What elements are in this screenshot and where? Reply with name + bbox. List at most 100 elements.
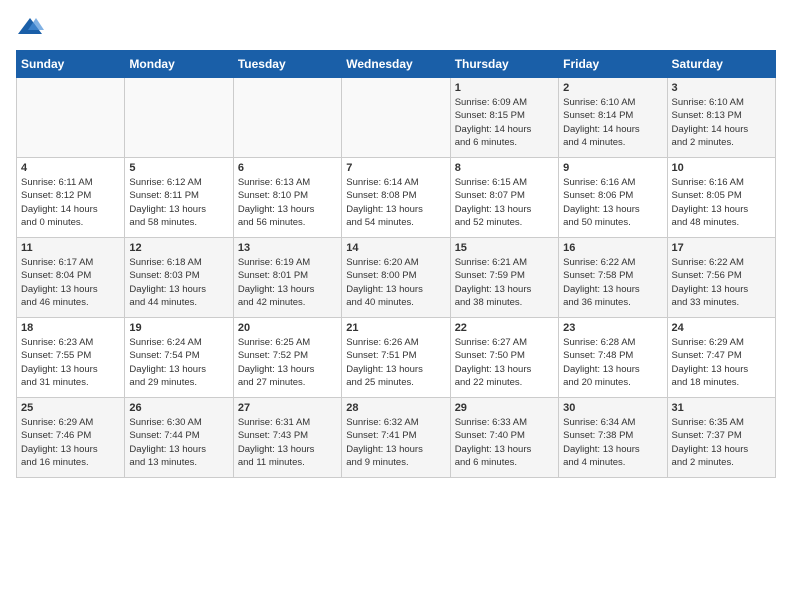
day-info: Sunrise: 6:10 AM Sunset: 8:14 PM Dayligh… — [563, 96, 662, 149]
calendar-cell — [233, 78, 341, 158]
day-number: 19 — [129, 322, 228, 334]
day-info: Sunrise: 6:35 AM Sunset: 7:37 PM Dayligh… — [672, 416, 771, 469]
calendar-week-row: 4 Sunrise: 6:11 AM Sunset: 8:12 PM Daylig… — [17, 158, 776, 238]
calendar-cell: 24 Sunrise: 6:29 AM Sunset: 7:47 PM Dayli… — [667, 318, 775, 398]
day-number: 12 — [129, 242, 228, 254]
calendar-cell: 8 Sunrise: 6:15 AM Sunset: 8:07 PM Daylig… — [450, 158, 558, 238]
calendar-cell: 20 Sunrise: 6:25 AM Sunset: 7:52 PM Dayli… — [233, 318, 341, 398]
calendar-cell: 7 Sunrise: 6:14 AM Sunset: 8:08 PM Daylig… — [342, 158, 450, 238]
calendar-cell: 22 Sunrise: 6:27 AM Sunset: 7:50 PM Dayli… — [450, 318, 558, 398]
logo — [16, 16, 48, 38]
day-number: 10 — [672, 162, 771, 174]
day-number: 15 — [455, 242, 554, 254]
day-number: 17 — [672, 242, 771, 254]
day-info: Sunrise: 6:22 AM Sunset: 7:58 PM Dayligh… — [563, 256, 662, 309]
day-number: 22 — [455, 322, 554, 334]
day-info: Sunrise: 6:26 AM Sunset: 7:51 PM Dayligh… — [346, 336, 445, 389]
day-number: 9 — [563, 162, 662, 174]
day-number: 4 — [21, 162, 120, 174]
calendar-cell: 17 Sunrise: 6:22 AM Sunset: 7:56 PM Dayli… — [667, 238, 775, 318]
calendar-cell: 27Sunrise: 6:31 AM Sunset: 7:43 PM Dayli… — [233, 398, 341, 478]
calendar-cell: 26 Sunrise: 6:30 AM Sunset: 7:44 PM Dayli… — [125, 398, 233, 478]
day-info: Sunrise: 6:29 AM Sunset: 7:46 PM Dayligh… — [21, 416, 120, 469]
calendar-cell: 18Sunrise: 6:23 AM Sunset: 7:55 PM Dayli… — [17, 318, 125, 398]
calendar-cell: 2 Sunrise: 6:10 AM Sunset: 8:14 PM Daylig… — [559, 78, 667, 158]
day-number: 20 — [238, 322, 337, 334]
day-info: Sunrise: 6:25 AM Sunset: 7:52 PM Dayligh… — [238, 336, 337, 389]
calendar-header-row: SundayMondayTuesdayWednesdayThursdayFrid… — [17, 51, 776, 78]
day-info: Sunrise: 6:12 AM Sunset: 8:11 PM Dayligh… — [129, 176, 228, 229]
day-number: 1 — [455, 82, 554, 94]
day-info: Sunrise: 6:20 AM Sunset: 8:00 PM Dayligh… — [346, 256, 445, 309]
day-info: Sunrise: 6:28 AM Sunset: 7:48 PM Dayligh… — [563, 336, 662, 389]
day-number: 3 — [672, 82, 771, 94]
calendar-cell: 11Sunrise: 6:17 AM Sunset: 8:04 PM Dayli… — [17, 238, 125, 318]
day-number: 6 — [238, 162, 337, 174]
day-number: 13 — [238, 242, 337, 254]
calendar-cell: 21 Sunrise: 6:26 AM Sunset: 7:51 PM Dayli… — [342, 318, 450, 398]
day-number: 27 — [238, 402, 337, 414]
day-header-tuesday: Tuesday — [233, 51, 341, 78]
day-number: 16 — [563, 242, 662, 254]
day-info: Sunrise: 6:21 AM Sunset: 7:59 PM Dayligh… — [455, 256, 554, 309]
day-header-sunday: Sunday — [17, 51, 125, 78]
calendar-cell: 29Sunrise: 6:33 AM Sunset: 7:40 PM Dayli… — [450, 398, 558, 478]
day-number: 21 — [346, 322, 445, 334]
calendar-cell: 28Sunrise: 6:32 AM Sunset: 7:41 PM Dayli… — [342, 398, 450, 478]
page-header — [16, 16, 776, 38]
day-info: Sunrise: 6:15 AM Sunset: 8:07 PM Dayligh… — [455, 176, 554, 229]
day-number: 30 — [563, 402, 662, 414]
logo-icon — [16, 16, 44, 38]
calendar-cell: 30 Sunrise: 6:34 AM Sunset: 7:38 PM Dayli… — [559, 398, 667, 478]
calendar-cell: 6 Sunrise: 6:13 AM Sunset: 8:10 PM Daylig… — [233, 158, 341, 238]
day-number: 23 — [563, 322, 662, 334]
calendar-cell — [342, 78, 450, 158]
day-number: 31 — [672, 402, 771, 414]
day-info: Sunrise: 6:30 AM Sunset: 7:44 PM Dayligh… — [129, 416, 228, 469]
calendar-table: SundayMondayTuesdayWednesdayThursdayFrid… — [16, 50, 776, 478]
calendar-week-row: 25Sunrise: 6:29 AM Sunset: 7:46 PM Dayli… — [17, 398, 776, 478]
day-header-wednesday: Wednesday — [342, 51, 450, 78]
calendar-cell: 3Sunrise: 6:10 AM Sunset: 8:13 PM Daylig… — [667, 78, 775, 158]
calendar-cell: 19 Sunrise: 6:24 AM Sunset: 7:54 PM Dayli… — [125, 318, 233, 398]
calendar-week-row: 11Sunrise: 6:17 AM Sunset: 8:04 PM Dayli… — [17, 238, 776, 318]
day-info: Sunrise: 6:16 AM Sunset: 8:06 PM Dayligh… — [563, 176, 662, 229]
day-info: Sunrise: 6:32 AM Sunset: 7:41 PM Dayligh… — [346, 416, 445, 469]
calendar-cell: 14 Sunrise: 6:20 AM Sunset: 8:00 PM Dayli… — [342, 238, 450, 318]
day-header-thursday: Thursday — [450, 51, 558, 78]
day-info: Sunrise: 6:34 AM Sunset: 7:38 PM Dayligh… — [563, 416, 662, 469]
calendar-cell: 25Sunrise: 6:29 AM Sunset: 7:46 PM Dayli… — [17, 398, 125, 478]
day-info: Sunrise: 6:33 AM Sunset: 7:40 PM Dayligh… — [455, 416, 554, 469]
calendar-cell: 5Sunrise: 6:12 AM Sunset: 8:11 PM Daylig… — [125, 158, 233, 238]
calendar-week-row: 18Sunrise: 6:23 AM Sunset: 7:55 PM Dayli… — [17, 318, 776, 398]
calendar-cell — [125, 78, 233, 158]
day-info: Sunrise: 6:22 AM Sunset: 7:56 PM Dayligh… — [672, 256, 771, 309]
day-info: Sunrise: 6:18 AM Sunset: 8:03 PM Dayligh… — [129, 256, 228, 309]
day-number: 8 — [455, 162, 554, 174]
calendar-cell: 4 Sunrise: 6:11 AM Sunset: 8:12 PM Daylig… — [17, 158, 125, 238]
day-header-friday: Friday — [559, 51, 667, 78]
day-info: Sunrise: 6:24 AM Sunset: 7:54 PM Dayligh… — [129, 336, 228, 389]
calendar-cell: 10 Sunrise: 6:16 AM Sunset: 8:05 PM Dayli… — [667, 158, 775, 238]
calendar-cell: 16 Sunrise: 6:22 AM Sunset: 7:58 PM Dayli… — [559, 238, 667, 318]
day-header-saturday: Saturday — [667, 51, 775, 78]
day-number: 24 — [672, 322, 771, 334]
day-info: Sunrise: 6:14 AM Sunset: 8:08 PM Dayligh… — [346, 176, 445, 229]
calendar-cell — [17, 78, 125, 158]
day-info: Sunrise: 6:09 AM Sunset: 8:15 PM Dayligh… — [455, 96, 554, 149]
calendar-cell: 9 Sunrise: 6:16 AM Sunset: 8:06 PM Daylig… — [559, 158, 667, 238]
day-info: Sunrise: 6:11 AM Sunset: 8:12 PM Dayligh… — [21, 176, 120, 229]
day-number: 14 — [346, 242, 445, 254]
day-info: Sunrise: 6:16 AM Sunset: 8:05 PM Dayligh… — [672, 176, 771, 229]
calendar-cell: 23 Sunrise: 6:28 AM Sunset: 7:48 PM Dayli… — [559, 318, 667, 398]
day-number: 26 — [129, 402, 228, 414]
day-number: 7 — [346, 162, 445, 174]
day-header-monday: Monday — [125, 51, 233, 78]
calendar-cell: 15 Sunrise: 6:21 AM Sunset: 7:59 PM Dayli… — [450, 238, 558, 318]
day-info: Sunrise: 6:29 AM Sunset: 7:47 PM Dayligh… — [672, 336, 771, 389]
day-info: Sunrise: 6:19 AM Sunset: 8:01 PM Dayligh… — [238, 256, 337, 309]
day-info: Sunrise: 6:27 AM Sunset: 7:50 PM Dayligh… — [455, 336, 554, 389]
day-info: Sunrise: 6:13 AM Sunset: 8:10 PM Dayligh… — [238, 176, 337, 229]
day-number: 2 — [563, 82, 662, 94]
calendar-cell: 1 Sunrise: 6:09 AM Sunset: 8:15 PM Daylig… — [450, 78, 558, 158]
